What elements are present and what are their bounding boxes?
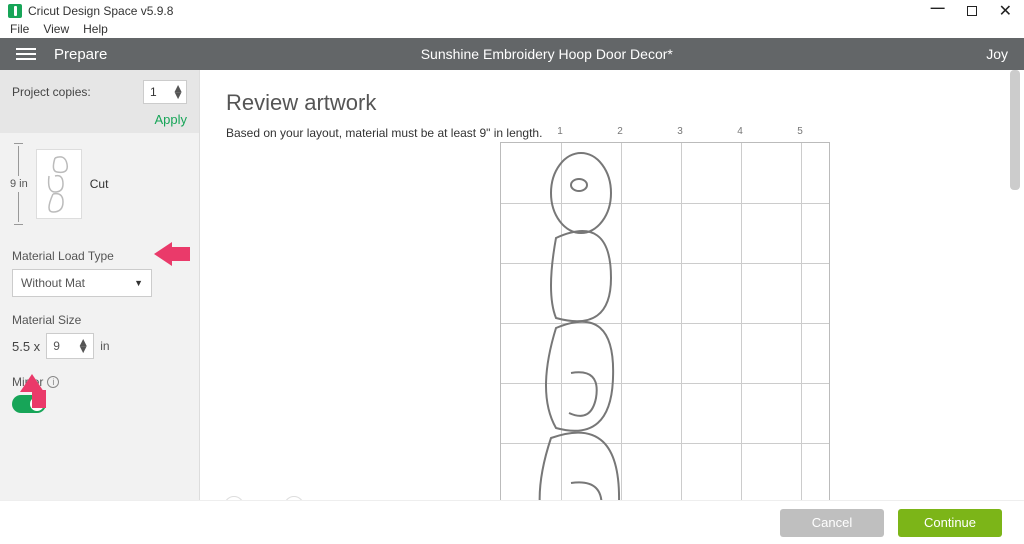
ruler-tick: 1 [557, 126, 563, 137]
stepper-down-icon[interactable]: ▼ [77, 346, 89, 353]
mat-height-label: 9 in [10, 178, 28, 190]
app-logo [8, 4, 22, 18]
material-length-value: 9 [53, 339, 60, 353]
window-maximize-button[interactable] [967, 6, 977, 16]
app-title: Cricut Design Space v5.9.8 [28, 4, 173, 18]
cancel-button[interactable]: Cancel [780, 509, 884, 537]
footer: Cancel Continue [0, 500, 1024, 544]
window-close-button[interactable]: ✕ [999, 1, 1012, 21]
main-panel: Review artwork Based on your layout, mat… [200, 70, 1024, 542]
material-length-input[interactable]: 9 ▲ ▼ [46, 333, 94, 359]
mat-thumbnail-row[interactable]: 9 in Cut [0, 133, 199, 241]
step-title: Prepare [54, 46, 107, 63]
menubar: File View Help [0, 20, 1024, 38]
artwork-preview [501, 143, 831, 542]
continue-button[interactable]: Continue [898, 509, 1002, 537]
chevron-down-icon: ▼ [134, 278, 143, 288]
window-minimize-button[interactable]: — [931, 0, 945, 15]
ruler-tick: 5 [797, 126, 803, 137]
scrollbar-vertical[interactable] [1008, 70, 1022, 542]
mat-thumbnail[interactable] [36, 149, 82, 219]
menu-view[interactable]: View [43, 22, 69, 36]
material-size-unit: in [100, 339, 109, 353]
project-title: Sunshine Embroidery Hoop Door Decor* [107, 46, 986, 62]
machine-name[interactable]: Joy [986, 46, 1008, 62]
operation-label: Cut [90, 177, 109, 191]
ruler-tick: 4 [737, 126, 743, 137]
menu-file[interactable]: File [10, 22, 29, 36]
scrollbar-thumb[interactable] [1010, 70, 1020, 190]
project-copies-value: 1 [150, 85, 157, 99]
material-load-type-dropdown[interactable]: Without Mat ▼ [12, 269, 152, 297]
hamburger-menu-icon[interactable] [16, 45, 36, 63]
material-load-type-value: Without Mat [21, 276, 85, 290]
ruler-tick: 2 [617, 126, 623, 137]
sidebar: Project copies: 1 ▲ ▼ Apply 9 in [0, 70, 200, 542]
menu-help[interactable]: Help [83, 22, 108, 36]
ruler-tick: 3 [677, 126, 683, 137]
apply-button[interactable]: Apply [12, 112, 187, 127]
project-copies-label: Project copies: [12, 85, 91, 99]
window-titlebar: Cricut Design Space v5.9.8 — ✕ [0, 0, 1024, 20]
artboard[interactable] [500, 142, 830, 542]
material-width-value: 5.5 x [12, 339, 40, 354]
info-icon[interactable]: i [47, 376, 59, 388]
ruler-horizontal: 1 2 3 4 5 [500, 126, 994, 142]
project-copies-input[interactable]: 1 ▲ ▼ [143, 80, 187, 104]
stepper-down-icon[interactable]: ▼ [172, 92, 184, 99]
mat-height-indicator: 9 in [10, 143, 28, 225]
artboard-container: 1 2 3 4 5 1 2 3 4 5 6 7 [500, 126, 994, 542]
app-header: Prepare Sunshine Embroidery Hoop Door De… [0, 38, 1024, 70]
review-heading: Review artwork [226, 90, 998, 116]
material-size-label: Material Size [12, 313, 187, 327]
